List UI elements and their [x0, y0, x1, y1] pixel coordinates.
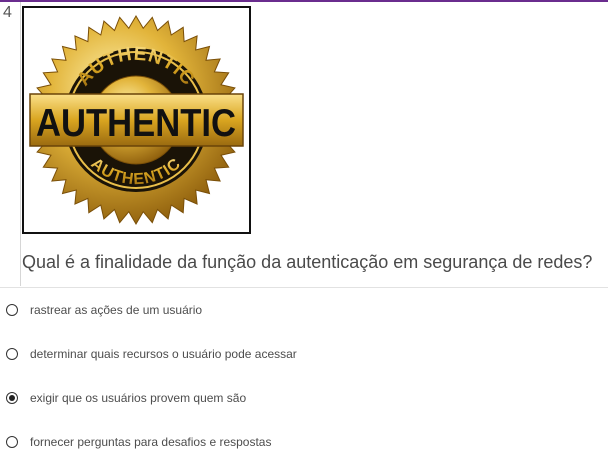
answer-option-label: determinar quais recursos o usuário pode…	[30, 347, 297, 361]
seal-banner-text: AUTHENTIC	[36, 102, 236, 145]
answer-option-1[interactable]: rastrear as ações de um usuário	[6, 300, 202, 320]
answer-option-4[interactable]: fornecer perguntas para desafios e respo…	[6, 432, 271, 452]
radio-button-selected[interactable]	[6, 392, 18, 404]
top-accent-bar	[0, 0, 608, 2]
answer-option-3[interactable]: exigir que os usuários provem quem são	[6, 388, 246, 408]
question-number: 4	[3, 4, 12, 21]
radio-button[interactable]	[6, 348, 18, 360]
authentic-seal-icon: AUTHENTIC AUTHENTIC AUTHENTIC	[29, 15, 244, 225]
radio-button[interactable]	[6, 436, 18, 448]
answer-option-label: exigir que os usuários provem quem são	[30, 391, 247, 405]
question-text: Qual é a finalidade da função da autenti…	[22, 252, 593, 272]
answer-option-label: fornecer perguntas para desafios e respo…	[30, 435, 272, 449]
question-image: AUTHENTIC AUTHENTIC AUTHENTIC	[22, 6, 251, 234]
radio-button[interactable]	[6, 304, 18, 316]
answer-option-label: rastrear as ações de um usuário	[30, 303, 203, 317]
divider	[0, 287, 608, 288]
question-side-rule	[20, 2, 21, 286]
answer-option-2[interactable]: determinar quais recursos o usuário pode…	[6, 344, 297, 364]
